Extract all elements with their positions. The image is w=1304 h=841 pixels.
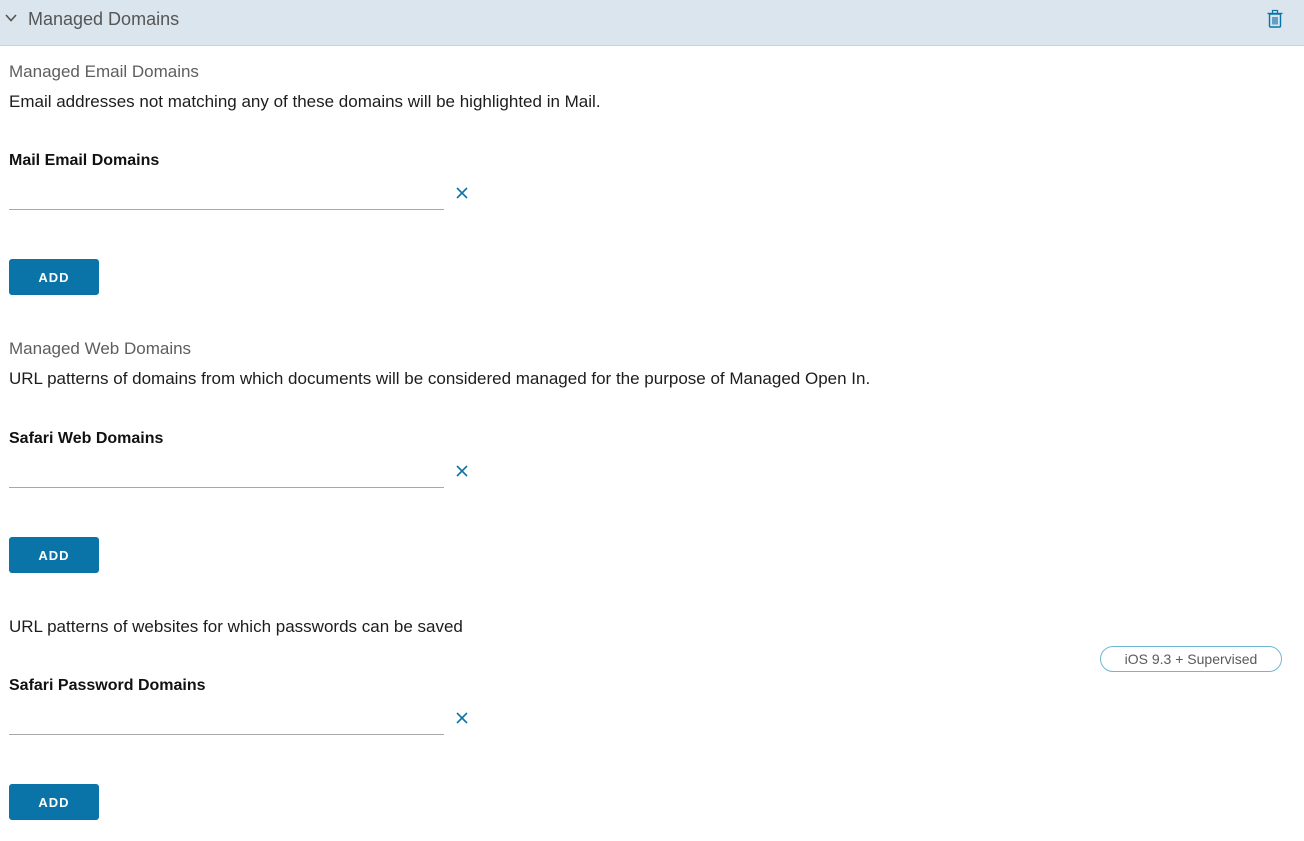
email-section-title: Managed Email Domains bbox=[9, 62, 199, 81]
clear-icon[interactable] bbox=[455, 186, 469, 200]
managed-domains-header[interactable]: Managed Domains bbox=[0, 0, 1304, 46]
clear-icon[interactable] bbox=[455, 464, 469, 478]
safari-web-domains-label: Safari Web Domains bbox=[9, 430, 164, 447]
safari-password-domains-input[interactable] bbox=[9, 707, 444, 735]
clear-icon[interactable] bbox=[455, 711, 469, 725]
ios-supervised-badge: iOS 9.3 + Supervised bbox=[1100, 646, 1282, 672]
mail-email-domains-input[interactable] bbox=[9, 182, 444, 210]
chevron-down-icon[interactable] bbox=[4, 11, 18, 25]
web-section-description: URL patterns of domains from which docum… bbox=[9, 369, 871, 388]
web-section-title: Managed Web Domains bbox=[9, 339, 192, 358]
password-section-description: URL patterns of websites for which passw… bbox=[9, 617, 463, 636]
add-password-domain-button[interactable]: ADD bbox=[9, 784, 99, 820]
panel-title: Managed Domains bbox=[28, 9, 180, 29]
safari-web-domains-input[interactable] bbox=[9, 460, 444, 488]
add-email-domain-button[interactable]: ADD bbox=[9, 259, 99, 295]
mail-email-domains-label: Mail Email Domains bbox=[9, 152, 160, 169]
safari-password-domains-label: Safari Password Domains bbox=[9, 677, 206, 694]
trash-icon[interactable] bbox=[1266, 9, 1284, 29]
email-section-description: Email addresses not matching any of thes… bbox=[9, 92, 601, 111]
add-web-domain-button[interactable]: ADD bbox=[9, 537, 99, 573]
